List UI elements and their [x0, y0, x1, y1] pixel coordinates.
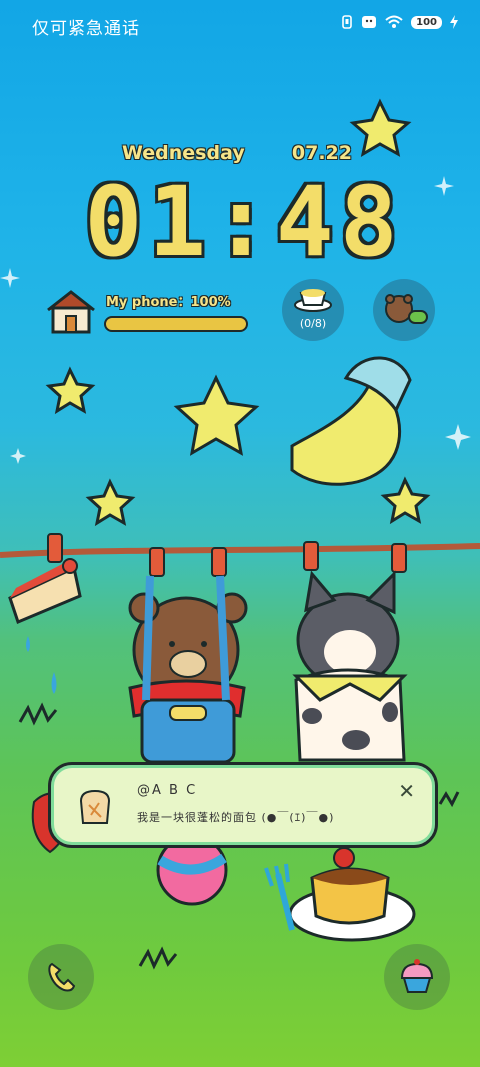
- coffee-cup-icon: [294, 289, 332, 312]
- notification-app-icon: [362, 16, 377, 28]
- status-bar: 仅可紧急通话 100: [0, 0, 480, 50]
- notification-title: @A B C: [137, 783, 198, 798]
- carrier-text: 仅可紧急通话: [32, 19, 140, 39]
- toast-bread-icon: [79, 789, 111, 824]
- phone-battery-bar: [104, 316, 248, 332]
- house-icon: [47, 290, 95, 334]
- phone-label-text: My phone：: [106, 295, 191, 310]
- battery-indicator: 100: [411, 15, 442, 29]
- bear-chat-icon: [385, 294, 428, 324]
- close-icon[interactable]: ✕: [398, 779, 415, 803]
- phone-percent: 100%: [190, 295, 231, 310]
- phone-battery-widget: My phone：100%: [44, 284, 254, 340]
- status-icons: 100: [341, 15, 458, 29]
- vibrate-icon: [342, 15, 352, 29]
- date-label: 07.22: [291, 142, 352, 164]
- wifi-icon: [385, 15, 403, 28]
- phone-label: My phone：100%: [106, 291, 231, 310]
- drink-count: (0/8): [299, 317, 327, 330]
- weekday-label: Wednesday: [122, 142, 245, 164]
- bear-chat-bubble[interactable]: [373, 279, 435, 341]
- cupcake-shortcut-button[interactable]: [384, 944, 450, 1010]
- phone-shortcut-button[interactable]: [28, 944, 94, 1010]
- clock: 01:48: [84, 166, 404, 278]
- charging-bolt-icon: [450, 15, 458, 29]
- date-row: Wednesday 07.22: [122, 142, 352, 164]
- drink-counter-bubble[interactable]: (0/8): [282, 279, 344, 341]
- notification-body: 我是一块很蓬松的面包 (●￣(ｴ)￣●): [137, 811, 335, 824]
- notification-card[interactable]: @A B C 我是一块很蓬松的面包 (●￣(ｴ)￣●) ✕: [48, 762, 438, 848]
- cupcake-icon: [400, 959, 434, 993]
- phone-icon: [48, 962, 76, 992]
